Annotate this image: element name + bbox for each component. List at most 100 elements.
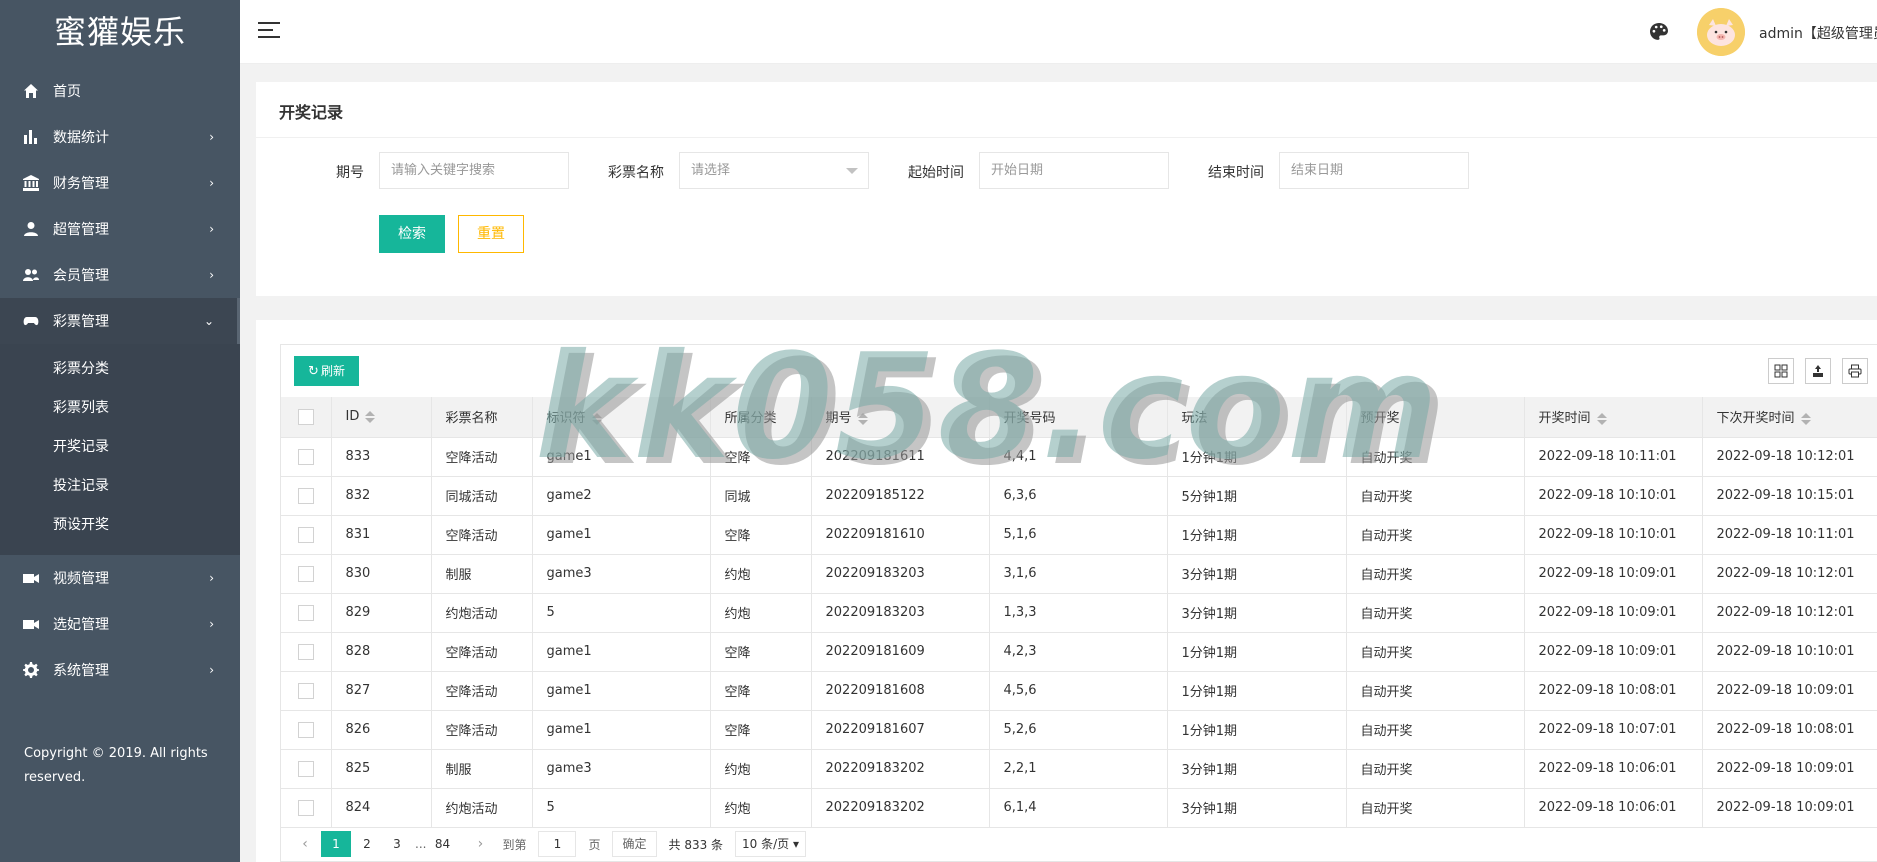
cell-play-mode: 1分钟1期 <box>1167 710 1347 750</box>
start-date-input[interactable]: 开始日期 <box>979 152 1169 189</box>
sidebar-item-home[interactable]: 首页 <box>0 68 240 114</box>
row-select-cell[interactable] <box>281 437 332 477</box>
reset-button[interactable]: 重置 <box>458 215 524 253</box>
cell-draw-numbers: 3,1,6 <box>989 554 1168 594</box>
submenu-bet-records[interactable]: 投注记录 <box>0 467 240 506</box>
goto-page-input[interactable]: 1 <box>538 831 577 857</box>
next-page-icon[interactable]: › <box>466 831 494 857</box>
sidebar-item-admins[interactable]: 超管管理 › <box>0 206 240 252</box>
goto-confirm-button[interactable]: 确定 <box>612 831 657 857</box>
sort-icon[interactable] <box>857 412 868 425</box>
col-label: ID <box>345 409 360 425</box>
current-user[interactable]: admin【超级管理员 <box>1759 23 1877 43</box>
col-period[interactable]: 期号 <box>811 397 990 438</box>
sidebar-item-members[interactable]: 会员管理 › <box>0 252 240 298</box>
draw-records-table: ID 彩票名称 标识符 所属分类 期号 开奖号码 玩法 预开奖 开奖时间 下次开… <box>281 397 1877 828</box>
lottery-select-value: 请选择 <box>691 163 731 178</box>
page-2[interactable]: 2 <box>353 831 381 857</box>
page-3[interactable]: 3 <box>383 831 411 857</box>
menu-toggle-icon[interactable] <box>258 22 280 40</box>
row-checkbox[interactable] <box>297 448 314 465</box>
submenu-draw-records[interactable]: 开奖记录 <box>0 428 240 467</box>
sidebar-item-finance[interactable]: 财务管理 › <box>0 160 240 206</box>
cell-play-mode: 1分钟1期 <box>1167 632 1347 672</box>
lottery-name-select[interactable]: 请选择 <box>679 152 869 189</box>
row-checkbox[interactable] <box>297 604 314 621</box>
palette-icon[interactable] <box>1650 23 1668 41</box>
row-select-cell[interactable] <box>281 554 332 594</box>
cell-play-mode: 3分钟1期 <box>1167 749 1347 789</box>
sidebar-item-system[interactable]: 系统管理 › <box>0 647 240 693</box>
row-select-cell[interactable] <box>281 671 332 711</box>
cell-pre-draw: 自动开奖 <box>1346 788 1525 828</box>
row-select-cell[interactable] <box>281 632 332 672</box>
col-next-draw-time[interactable]: 下次开奖时间 <box>1702 397 1877 438</box>
col-id[interactable]: ID <box>331 397 432 438</box>
row-select-cell[interactable] <box>281 476 332 516</box>
page-last[interactable]: 84 <box>428 831 456 857</box>
end-date-input[interactable]: 结束日期 <box>1279 152 1469 189</box>
page-size-select[interactable]: 10 条/页 ▾ <box>735 831 807 857</box>
cell-lottery-name: 制服 <box>431 749 533 789</box>
sidebar-item-selection[interactable]: 选妃管理 › <box>0 601 240 647</box>
sort-icon[interactable] <box>1596 412 1607 425</box>
row-select-cell[interactable] <box>281 593 332 633</box>
row-select-cell[interactable] <box>281 788 332 828</box>
cell-category: 同城 <box>710 476 812 516</box>
cell-play-mode: 3分钟1期 <box>1167 788 1347 828</box>
sidebar-item-label: 超管管理 <box>53 222 109 238</box>
columns-filter-icon[interactable] <box>1768 358 1794 384</box>
row-checkbox[interactable] <box>297 526 314 543</box>
cell-pre-draw: 自动开奖 <box>1346 749 1525 789</box>
col-label: 开奖时间 <box>1538 411 1591 427</box>
submenu-lottery-list[interactable]: 彩票列表 <box>0 389 240 428</box>
cell-draw-time: 2022-09-18 10:06:01 <box>1524 749 1703 789</box>
sidebar-item-label: 系统管理 <box>53 663 109 679</box>
page-1[interactable]: 1 <box>321 831 351 857</box>
row-checkbox[interactable] <box>297 760 314 777</box>
cell-pre-draw: 自动开奖 <box>1346 593 1525 633</box>
cell-next-draw-time: 2022-09-18 10:10:01 <box>1702 632 1877 672</box>
sort-icon[interactable] <box>365 410 376 423</box>
select-all-checkbox[interactable] <box>297 408 314 425</box>
row-select-cell[interactable] <box>281 515 332 555</box>
period-search-input[interactable]: 请输入关键字搜索 <box>379 152 569 189</box>
sidebar-item-lottery[interactable]: 彩票管理 ⌄ <box>0 298 240 344</box>
search-button[interactable]: 检索 <box>379 215 445 253</box>
submenu-lottery-category[interactable]: 彩票分类 <box>0 350 240 389</box>
print-icon[interactable] <box>1842 358 1868 384</box>
select-all-cell[interactable] <box>281 397 332 438</box>
cell-lottery-name: 空降活动 <box>431 710 533 750</box>
submenu-preset-draw[interactable]: 预设开奖 <box>0 506 240 545</box>
row-checkbox[interactable] <box>297 643 314 660</box>
row-checkbox[interactable] <box>297 721 314 738</box>
refresh-button[interactable]: ↻ 刷新 <box>294 356 359 386</box>
cell-category: 空降 <box>710 437 812 477</box>
cell-lottery-name: 空降活动 <box>431 632 533 672</box>
cell-draw-time: 2022-09-18 10:08:01 <box>1524 671 1703 711</box>
cell-pre-draw: 自动开奖 <box>1346 476 1525 516</box>
cell-draw-time: 2022-09-18 10:09:01 <box>1524 593 1703 633</box>
row-select-cell[interactable] <box>281 710 332 750</box>
export-icon[interactable] <box>1805 358 1831 384</box>
prev-page-icon[interactable]: ‹ <box>291 831 319 857</box>
row-checkbox[interactable] <box>297 565 314 582</box>
sort-icon[interactable] <box>1800 412 1811 425</box>
sidebar-item-stats[interactable]: 数据统计 › <box>0 114 240 160</box>
sidebar-item-videos[interactable]: 视频管理 › <box>0 555 240 601</box>
avatar[interactable] <box>1697 8 1745 56</box>
row-checkbox[interactable] <box>297 682 314 699</box>
col-draw-time[interactable]: 开奖时间 <box>1524 397 1703 438</box>
cell-category: 空降 <box>710 671 812 711</box>
row-checkbox[interactable] <box>297 487 314 504</box>
row-select-cell[interactable] <box>281 749 332 789</box>
row-checkbox[interactable] <box>297 799 314 816</box>
cell-period: 202209185122 <box>811 476 990 516</box>
cell-id: 825 <box>331 749 432 789</box>
col-identifier[interactable]: 标识符 <box>532 397 711 438</box>
table-row: 833 空降活动 game1 空降 202209181611 4,4,1 1分钟1期 自动开奖… <box>281 437 1877 477</box>
cell-identifier: game1 <box>532 515 711 555</box>
cell-play-mode: 3分钟1期 <box>1167 593 1347 633</box>
table-body: 833 空降活动 game1 空降 202209181611 4,4,1 1分钟1期 自动开奖… <box>281 437 1877 828</box>
sort-icon[interactable] <box>591 412 602 425</box>
